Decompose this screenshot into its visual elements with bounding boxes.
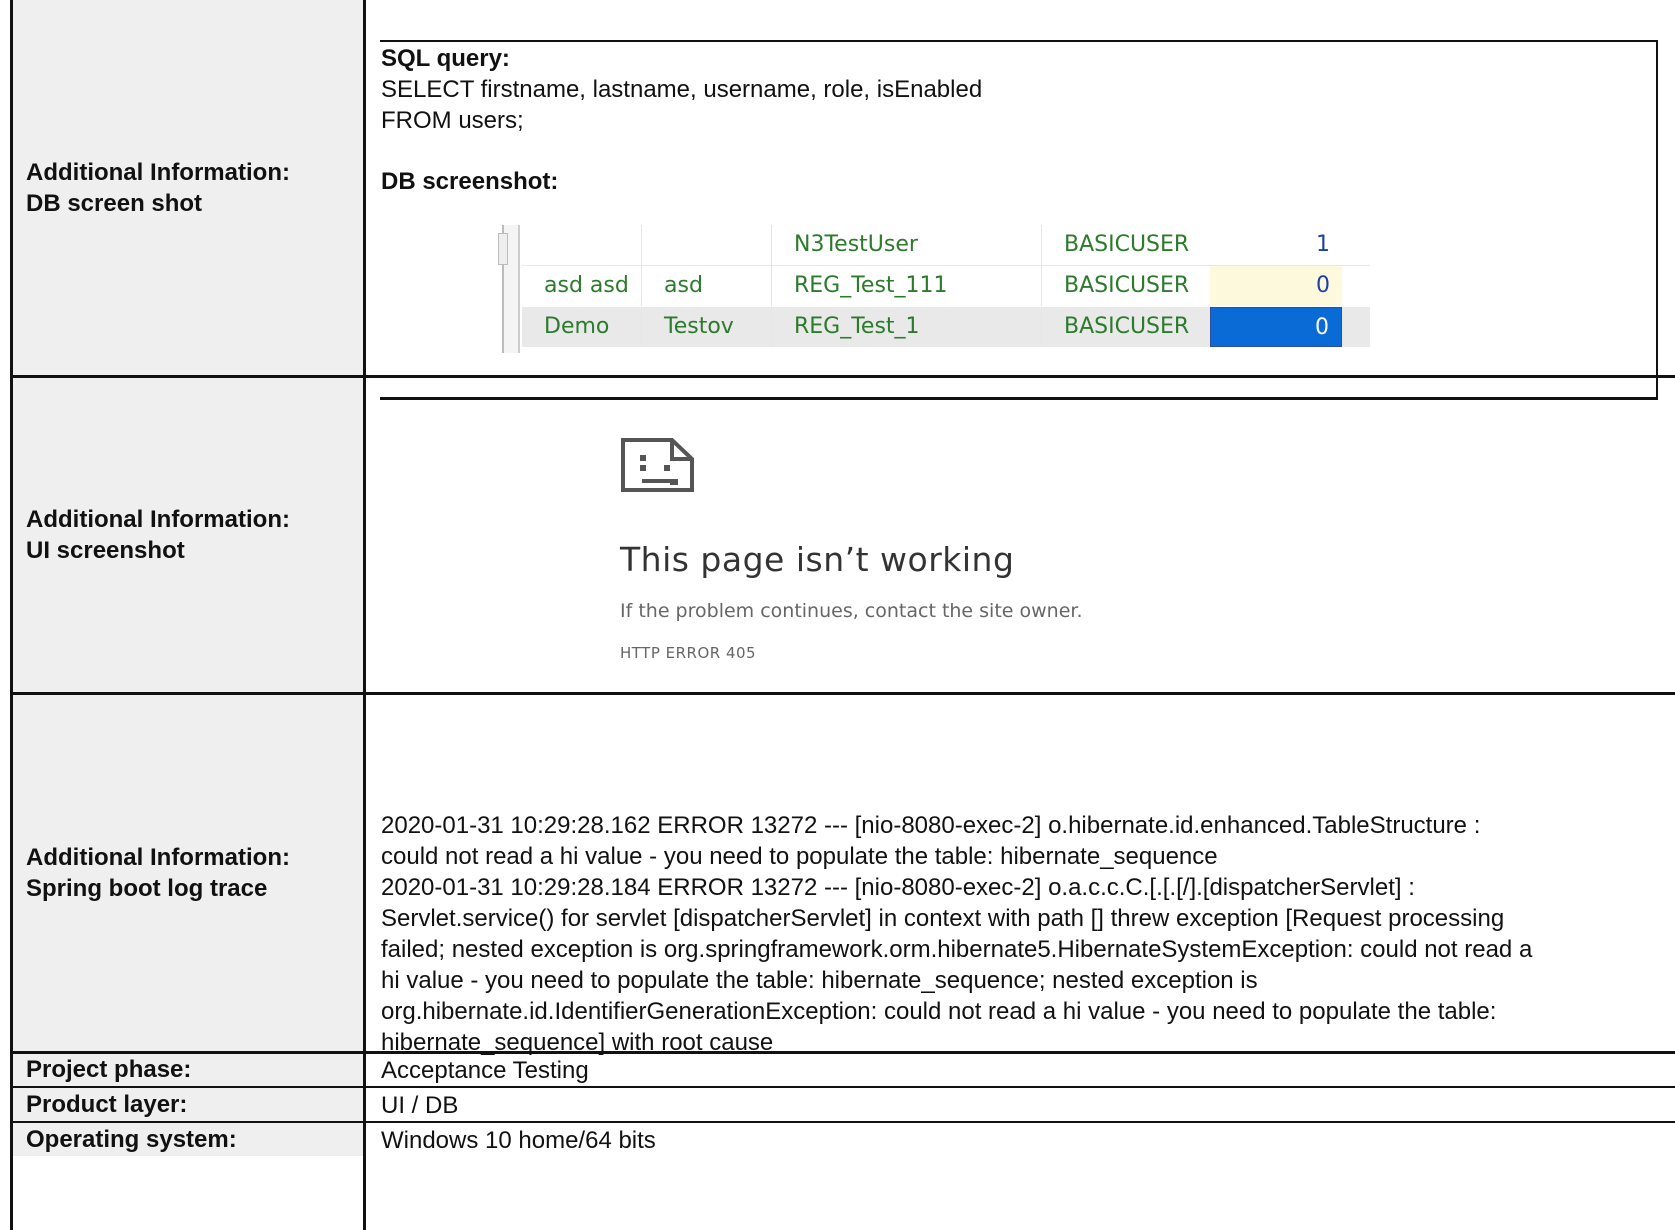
log-label-line2: Spring boot log trace bbox=[26, 874, 268, 902]
cell-firstname: Demo bbox=[522, 307, 642, 347]
column-divider bbox=[363, 0, 366, 1230]
bug-report-table: Additional Information: DB screen shot A… bbox=[10, 0, 1675, 1230]
operating-system-label-cell: Operating system: bbox=[10, 1123, 365, 1156]
log-line: Servlet.service() for servlet [dispatche… bbox=[381, 905, 1505, 932]
row-divider bbox=[10, 375, 1675, 378]
cell-role: BASICUSER bbox=[1064, 232, 1190, 257]
ui-label-line1: Additional Information: bbox=[26, 505, 290, 533]
grid-row-selected: Demo Testov REG_Test_1 BASICUSER 0 bbox=[522, 307, 1370, 347]
db-result-grid: N3TestUser BASICUSER 1 asd asd asd REG_T… bbox=[498, 225, 1370, 353]
log-row-label: Additional Information: Spring boot log … bbox=[10, 694, 365, 1051]
cell-firstname bbox=[522, 225, 642, 265]
sad-page-icon bbox=[621, 438, 694, 492]
cell-lastname: asd bbox=[642, 266, 772, 306]
ui-label-line2: UI screenshot bbox=[26, 536, 185, 564]
log-line: 2020-01-31 10:29:28.184 ERROR 13272 --- … bbox=[381, 874, 1415, 901]
cell-firstname: asd asd bbox=[522, 266, 642, 306]
product-layer-value: UI / DB bbox=[381, 1092, 459, 1119]
project-phase-label-cell: Project phase: bbox=[10, 1053, 365, 1086]
sql-line-2: FROM users; bbox=[381, 107, 524, 134]
cell-role: BASICUSER bbox=[1064, 314, 1190, 339]
table-left-border bbox=[10, 0, 13, 1230]
product-layer-label: Product layer: bbox=[26, 1091, 188, 1118]
log-label-line1: Additional Information: bbox=[26, 843, 290, 871]
operating-system-value: Windows 10 home/64 bits bbox=[381, 1127, 656, 1154]
log-line: hi value - you need to populate the tabl… bbox=[381, 967, 1258, 994]
cell-role: BASICUSER bbox=[1064, 273, 1190, 298]
cell-is-enabled: 0 bbox=[1210, 266, 1342, 306]
product-layer-label-cell: Product layer: bbox=[10, 1088, 365, 1121]
log-line: failed; nested exception is org.springfr… bbox=[381, 936, 1533, 963]
db-row-label: Additional Information: DB screen shot bbox=[10, 0, 365, 375]
cell-username: REG_Test_1 bbox=[772, 307, 1042, 347]
operating-system-label: Operating system: bbox=[26, 1126, 237, 1153]
error-title: This page isn’t working bbox=[620, 540, 1015, 579]
db-screenshot-heading: DB screenshot: bbox=[381, 168, 559, 195]
log-line: 2020-01-31 10:29:28.162 ERROR 13272 --- … bbox=[381, 812, 1481, 839]
cell-lastname: Testov bbox=[642, 307, 772, 347]
db-label-line2: DB screen shot bbox=[26, 189, 203, 217]
log-trace: 2020-01-31 10:29:28.162 ERROR 13272 --- … bbox=[381, 810, 1671, 1058]
log-line: org.hibernate.id.IdentifierGenerationExc… bbox=[381, 998, 1497, 1025]
project-phase-value: Acceptance Testing bbox=[381, 1057, 589, 1084]
sql-heading: SQL query: bbox=[381, 45, 510, 72]
row-divider bbox=[10, 1086, 1675, 1088]
cell-is-enabled-active: 0 bbox=[1210, 307, 1342, 347]
cell-username: REG_Test_111 bbox=[772, 266, 1042, 306]
db-label-line1: Additional Information: bbox=[26, 158, 290, 186]
cell-username: N3TestUser bbox=[772, 225, 1042, 265]
ui-row-label: Additional Information: UI screenshot bbox=[10, 377, 365, 692]
error-subtitle: If the problem continues, contact the si… bbox=[620, 600, 1083, 622]
log-line: could not read a hi value - you need to … bbox=[381, 843, 1218, 870]
grid-row: asd asd asd REG_Test_111 BASICUSER 0 bbox=[522, 266, 1370, 306]
project-phase-label: Project phase: bbox=[26, 1056, 192, 1083]
grid-resize-handle bbox=[498, 233, 508, 265]
sql-line-1: SELECT firstname, lastname, username, ro… bbox=[381, 76, 983, 103]
row-divider bbox=[10, 1121, 1675, 1123]
row-divider bbox=[10, 1051, 1675, 1054]
row-divider bbox=[10, 692, 1675, 695]
cell-is-enabled: 1 bbox=[1316, 232, 1330, 257]
cell-lastname bbox=[642, 225, 772, 265]
grid-row: N3TestUser BASICUSER 1 bbox=[522, 225, 1370, 265]
sql-block: SQL query: SELECT firstname, lastname, u… bbox=[381, 43, 982, 136]
error-code: HTTP ERROR 405 bbox=[620, 644, 757, 662]
